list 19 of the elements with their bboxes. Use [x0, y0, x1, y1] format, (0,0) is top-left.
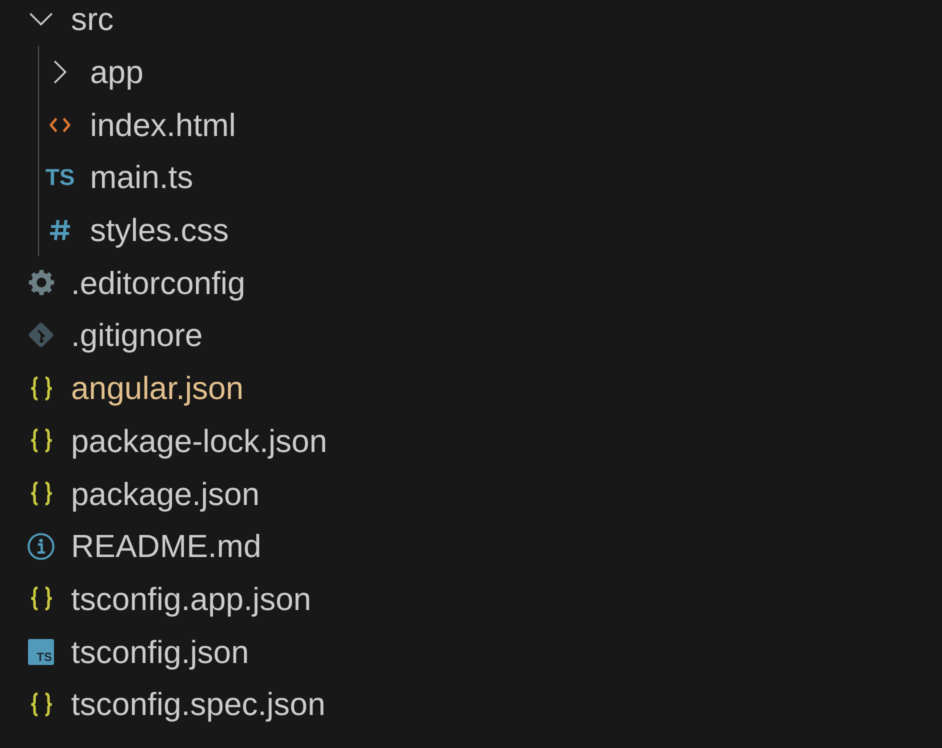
folder-name[interactable]: src: [71, 3, 114, 36]
file-name[interactable]: index.html: [90, 108, 236, 141]
file-name[interactable]: .gitignore: [71, 319, 203, 352]
file-name[interactable]: README.md: [71, 530, 262, 562]
file-name[interactable]: styles.css: [90, 214, 229, 246]
file-name[interactable]: tsconfig.json: [71, 636, 249, 668]
folder-name[interactable]: app: [90, 56, 144, 88]
ts-badge: TS: [28, 638, 54, 665]
file-name[interactable]: .editorconfig: [71, 266, 246, 299]
info-icon: [27, 532, 55, 561]
file-name[interactable]: tsconfig.spec.json: [71, 688, 326, 720]
file-name[interactable]: package-lock.json: [71, 424, 328, 457]
hash-icon: [48, 218, 72, 242]
file-name[interactable]: package.json: [71, 478, 260, 510]
file-name[interactable]: tsconfig.app.json: [71, 582, 312, 615]
gear-icon: [28, 269, 54, 296]
file-name[interactable]: main.ts: [90, 161, 194, 194]
ts-label: TS: [45, 166, 75, 189]
file-name[interactable]: angular.json: [71, 372, 244, 404]
